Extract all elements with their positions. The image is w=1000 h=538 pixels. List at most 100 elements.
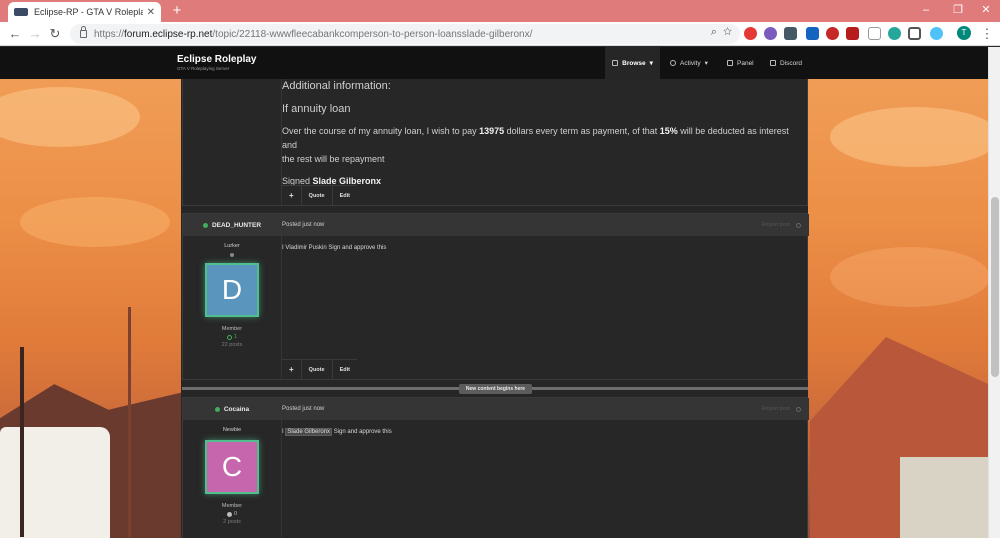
report-post-link[interactable]: Report post	[762, 406, 790, 412]
post-meta-bar: DEAD_HUNTER Posted just now Report post	[183, 214, 809, 236]
forum-header: Eclipse Roleplay GTA V Roleplaying Serve…	[0, 47, 988, 79]
background-trailer	[900, 457, 988, 538]
background-cloud	[830, 247, 990, 307]
background-tower	[128, 307, 131, 537]
post-count: 2 posts	[223, 519, 241, 525]
member-group: Member	[221, 326, 243, 332]
site-favicon-icon	[14, 8, 28, 16]
member-group: Member	[221, 503, 243, 509]
reputation-badge: 0	[183, 511, 281, 517]
browser-tab[interactable]: Eclipse-RP - GTA V Roleplaying S ✕	[8, 2, 161, 22]
forum-brand[interactable]: Eclipse Roleplay GTA V Roleplaying Serve…	[177, 54, 256, 71]
background-cloud	[20, 197, 170, 247]
panel-icon	[727, 60, 733, 66]
close-icon[interactable]: ✕	[147, 7, 155, 18]
extension-icon[interactable]	[930, 27, 943, 40]
nav-browse[interactable]: Browse ▾	[605, 47, 660, 79]
nav-discord[interactable]: Discord	[770, 47, 802, 79]
nav-activity[interactable]: Activity ▾	[670, 47, 708, 79]
reputation-icon	[226, 511, 232, 517]
extension-icon[interactable]	[784, 27, 797, 40]
maximize-icon[interactable]: ❐	[944, 0, 972, 22]
background-pole	[20, 347, 24, 537]
post-actions: + Quote Edit	[281, 185, 357, 206]
author-panel: Newbie C Member 0 2 posts	[183, 420, 281, 525]
author-link[interactable]: Cocaina	[183, 398, 281, 420]
browse-icon	[612, 60, 619, 66]
share-icon[interactable]	[796, 406, 801, 412]
window-close-icon[interactable]: ✕	[972, 0, 1000, 22]
post-tools: Report post	[762, 398, 801, 420]
tab-title: Eclipse-RP - GTA V Roleplaying S	[34, 7, 143, 17]
avatar[interactable]: D	[205, 263, 259, 317]
reputation-icon	[226, 334, 232, 340]
zoom-star-icons[interactable]: ⌕ ☆	[711, 26, 732, 39]
page-scrollbar[interactable]	[988, 47, 1000, 538]
online-status-icon	[214, 406, 220, 412]
forward-icon[interactable]: →	[26, 25, 44, 43]
menu-kebab-icon[interactable]: ⋮	[978, 25, 996, 43]
author-link[interactable]: DEAD_HUNTER	[183, 214, 281, 236]
reload-icon[interactable]: ↻	[46, 25, 64, 43]
multiquote-button[interactable]: +	[282, 360, 301, 380]
signature-line: Signed Slade Gilberonx	[282, 176, 382, 186]
quote-button[interactable]: Quote	[300, 359, 332, 380]
post-date[interactable]: Posted just now	[281, 398, 324, 420]
edit-button[interactable]: Edit	[331, 359, 357, 380]
caret-down-icon: ▾	[704, 60, 708, 67]
lock-icon	[80, 26, 87, 38]
minimize-icon[interactable]: –	[912, 0, 940, 22]
post-tools: Report post	[762, 214, 801, 236]
post-meta-bar: Cocaina Posted just now Report post	[183, 398, 809, 420]
scrollbar-thumb[interactable]	[991, 197, 999, 377]
post-text: I Slade Gilberonx Sign and approve this	[282, 428, 392, 436]
post-content: I Vladimir Puskin Sign and approve this	[281, 236, 808, 359]
post-count: 22 posts	[221, 342, 243, 348]
nav-panel[interactable]: Panel	[727, 47, 754, 79]
new-content-label: New content begins here	[459, 384, 532, 394]
profile-avatar[interactable]: T	[957, 26, 971, 40]
browser-toolbar: ← → ↻ https://forum.eclipse-rp.net/topic…	[0, 22, 1000, 46]
annuity-paragraph-cont: the rest will be repayment	[282, 154, 385, 164]
original-post: Additional information: If annuity loan …	[182, 79, 808, 206]
extension-icon[interactable]	[806, 27, 819, 40]
rank-pip-icon	[230, 253, 234, 257]
background-van	[0, 427, 110, 538]
share-icon[interactable]	[796, 222, 801, 228]
member-rank: Newbie	[222, 427, 242, 433]
post-date[interactable]: Posted just now	[281, 214, 324, 236]
back-icon[interactable]: ←	[6, 25, 24, 43]
background-cloud	[0, 87, 140, 147]
extension-icon[interactable]	[888, 27, 901, 40]
address-bar[interactable]: https://forum.eclipse-rp.net/topic/22118…	[70, 24, 740, 44]
post-actions: + Quote Edit	[281, 359, 357, 380]
avatar[interactable]: C	[205, 440, 259, 494]
report-post-link[interactable]: Report post	[762, 222, 790, 228]
edit-button[interactable]: Edit	[331, 185, 357, 206]
post-content: I Slade Gilberonx Sign and approve this	[281, 420, 808, 538]
member-rank: Lurker	[224, 243, 240, 249]
original-post-body: Additional information: If annuity loan …	[282, 79, 802, 188]
online-status-icon	[202, 222, 208, 228]
new-content-separator: New content begins here	[182, 384, 808, 394]
background-cloud	[830, 107, 1000, 167]
multiquote-button[interactable]: +	[282, 186, 301, 206]
quote-button[interactable]: Quote	[300, 185, 332, 206]
post-cocaina: Cocaina Posted just now Report post Newb…	[182, 397, 809, 538]
extension-icon[interactable]	[868, 27, 881, 40]
additional-info-heading: Additional information:	[282, 80, 391, 92]
extension-icon[interactable]	[846, 27, 859, 40]
new-tab-button[interactable]: +	[169, 2, 185, 20]
annuity-heading: If annuity loan	[282, 103, 351, 115]
highlighted-name: Slade Gilberonx	[285, 428, 333, 436]
extension-icon[interactable]	[826, 27, 839, 40]
extension-icon[interactable]	[744, 27, 757, 40]
brand-subtitle: GTA V Roleplaying Server	[177, 66, 230, 71]
caret-down-icon: ▾	[649, 60, 653, 67]
browser-tab-strip: Eclipse-RP - GTA V Roleplaying S ✕ + – ❐…	[0, 0, 1000, 22]
extension-icon[interactable]	[764, 27, 777, 40]
extension-icon[interactable]	[908, 27, 921, 40]
brand-title: Eclipse Roleplay	[177, 54, 257, 65]
reputation-badge: 1	[183, 334, 281, 340]
annuity-paragraph: Over the course of my annuity loan, I wi…	[282, 126, 789, 150]
